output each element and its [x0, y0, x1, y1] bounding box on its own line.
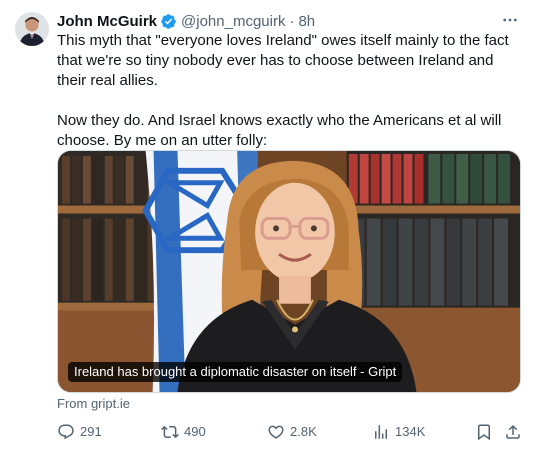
more-horizontal-icon [503, 18, 517, 22]
repost-count: 490 [184, 424, 206, 439]
reply-count: 291 [80, 424, 102, 439]
author-name[interactable]: John McGuirk [57, 13, 157, 30]
bookmark-button[interactable] [475, 422, 498, 442]
share-icon [506, 424, 520, 439]
like-button[interactable]: 2.8K [267, 422, 317, 442]
more-options-button[interactable] [500, 10, 520, 30]
views-button[interactable]: 134K [372, 422, 425, 442]
action-bar: 291 490 2.8K 134K [57, 422, 525, 442]
avatar[interactable] [15, 12, 49, 46]
bookmark-icon [478, 424, 490, 441]
article-photo [58, 151, 520, 392]
repost-button[interactable]: 490 [161, 422, 206, 442]
repost-icon [161, 425, 179, 439]
link-card-image[interactable]: Ireland has brought a diplomatic disaste… [57, 150, 521, 393]
share-button[interactable] [504, 422, 527, 442]
avatar-image [15, 12, 49, 46]
heart-icon [268, 425, 284, 439]
tweet[interactable]: John McGuirk @john_mcguirk · 8h This myt… [0, 0, 534, 450]
views-count: 134K [395, 424, 426, 439]
verified-badge-icon [160, 13, 177, 30]
tweet-text: This myth that "everyone loves Ireland" … [57, 32, 509, 149]
tweet-time[interactable]: 8h [298, 13, 315, 30]
views-chart-icon [375, 425, 387, 439]
link-card-caption: Ireland has brought a diplomatic disaste… [68, 362, 403, 382]
tweet-header: John McGuirk @john_mcguirk · 8h [57, 11, 315, 31]
reply-icon [58, 424, 74, 440]
like-count: 2.8K [290, 424, 317, 439]
link-source[interactable]: From gript.ie [57, 396, 130, 411]
author-handle[interactable]: @john_mcguirk [181, 13, 285, 30]
separator-dot: · [289, 12, 295, 30]
reply-button[interactable]: 291 [57, 422, 102, 442]
